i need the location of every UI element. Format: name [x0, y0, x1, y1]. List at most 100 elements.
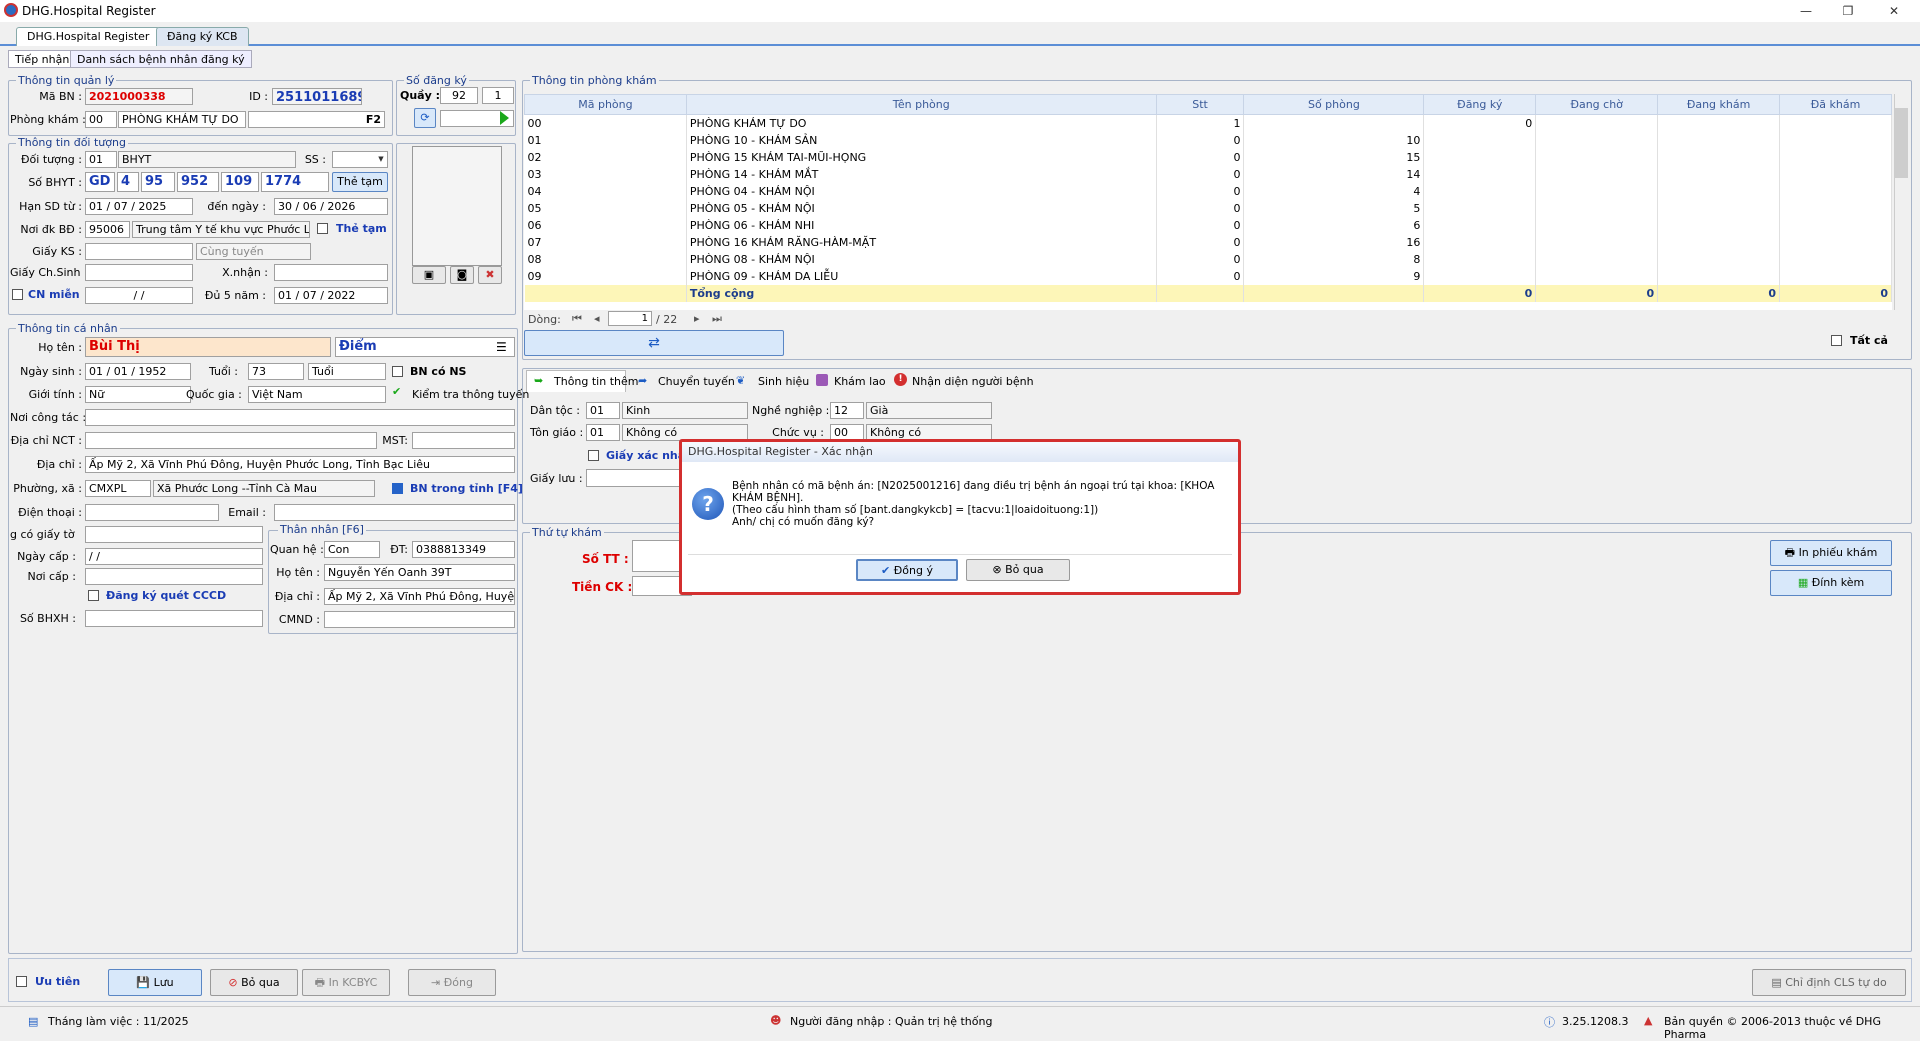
quoc-gia-select[interactable]: Việt Nam	[248, 386, 386, 403]
pk-code-field[interactable]: 00	[85, 111, 117, 128]
du5-field[interactable]: 01 / 07 / 2022	[274, 287, 388, 304]
delete-photo-icon[interactable]: ✖	[478, 266, 502, 284]
tuoi-unit-select[interactable]: Tuổi	[308, 363, 386, 380]
prev-page-icon[interactable]: ◂	[594, 312, 600, 325]
tab-dang-ky-kcb[interactable]: Đăng ký KCB	[156, 27, 249, 46]
minimize-button[interactable]: —	[1786, 2, 1826, 20]
dia-chi-field[interactable]: Ấp Mỹ 2, Xã Vĩnh Phú Đông, Huyện Phước L…	[85, 456, 515, 473]
list-icon[interactable]: ☰	[496, 340, 507, 354]
dong-button[interactable]: ⇥ Đóng	[408, 969, 496, 996]
col-dang-ky[interactable]: Đăng ký	[1423, 94, 1537, 115]
tuoi-field[interactable]: 73	[248, 363, 304, 380]
dong-y-button[interactable]: ✔ Đồng ý	[856, 559, 958, 581]
bn-trong-tinh-checkbox[interactable]	[392, 483, 403, 494]
giay-luu-field[interactable]	[586, 469, 686, 487]
in-phieu-kham-button[interactable]: 🖶 In phiếu khám	[1770, 540, 1892, 566]
bhyt-part-2[interactable]: 4	[117, 172, 139, 192]
page-field[interactable]: 1	[608, 311, 652, 326]
col-da-kham[interactable]: Đã khám	[1779, 94, 1892, 115]
giay-ks-field[interactable]	[85, 243, 193, 260]
table-row[interactable]: 08 PHÒNG 08 - KHÁM NỘI 0 8	[524, 250, 1892, 268]
camera-icon[interactable]: ▣	[412, 266, 446, 284]
ngay-sinh-field[interactable]: 01 / 01 / 1952	[85, 363, 191, 380]
next-page-icon[interactable]: ▸	[694, 312, 700, 325]
tuyen-select[interactable]: Cùng tuyến	[196, 243, 311, 260]
dan-toc-name[interactable]: Kinh	[622, 402, 748, 419]
table-row[interactable]: 04 PHÒNG 04 - KHÁM NỘI 0 4	[524, 182, 1892, 200]
table-row[interactable]: 00 PHÒNG KHÁM TỰ DO 1 0	[524, 114, 1892, 132]
reload-icon[interactable]: ⇄	[524, 330, 784, 356]
xnhan-field[interactable]	[274, 264, 388, 281]
den-ngay-field[interactable]: 30 / 06 / 2026	[274, 198, 388, 215]
tab-hospital-register[interactable]: DHG.Hospital Register	[16, 27, 161, 46]
email-field[interactable]	[274, 504, 515, 521]
dialog-bo-qua-button[interactable]: ⊗ Bỏ qua	[966, 559, 1070, 581]
maximize-button[interactable]: ❐	[1828, 2, 1868, 20]
cmnd-field[interactable]	[324, 611, 515, 628]
subtab-tiep-nhan[interactable]: Tiếp nhận	[8, 50, 77, 68]
bhyt-part-4[interactable]: 952	[177, 172, 219, 192]
ss-select[interactable]: ▼	[332, 151, 388, 168]
luu-button[interactable]: 💾 Lưu	[108, 969, 202, 996]
pk-search-field[interactable]: F2	[248, 111, 385, 128]
play-icon[interactable]	[500, 111, 509, 125]
cn-mien-checkbox[interactable]	[12, 289, 23, 300]
grid-scrollbar[interactable]	[1894, 94, 1908, 310]
pk-name-field[interactable]: PHÒNG KHÁM TỰ DO	[118, 111, 246, 128]
tab2-chuyen-tuyen[interactable]: Chuyển tuyến	[658, 375, 735, 388]
dt-name-field[interactable]: BHYT	[118, 151, 296, 168]
col-stt[interactable]: Stt	[1155, 94, 1245, 115]
noi-dk-code-field[interactable]: 95006	[85, 221, 130, 238]
the-tam-button[interactable]: Thẻ tạm	[332, 172, 388, 192]
phuong-code-field[interactable]: CMXPL	[85, 480, 151, 497]
than-nhan-dt-field[interactable]: 0388813349	[412, 541, 515, 558]
bhyt-part-5[interactable]: 109	[221, 172, 259, 192]
table-row[interactable]: 09 PHÒNG 09 - KHÁM DA LIỄU 0 9	[524, 267, 1892, 285]
col-dang-cho[interactable]: Đang chờ	[1535, 94, 1659, 115]
id-field[interactable]: 2511011689	[272, 88, 362, 105]
dk-cccd-checkbox[interactable]	[88, 590, 99, 601]
tab2-nhan-dien[interactable]: Nhận diện người bệnh	[912, 375, 1034, 388]
tab2-thong-tin-them[interactable]: Thông tin thêm	[554, 375, 638, 388]
ton-giao-code[interactable]: 01	[586, 424, 620, 441]
close-button[interactable]: ✕	[1874, 2, 1914, 20]
table-row[interactable]: 05 PHÒNG 05 - KHÁM NỘI 0 5	[524, 199, 1892, 217]
noi-cong-tac-field[interactable]	[85, 409, 515, 426]
phuong-name-field[interactable]: Xã Phước Long --Tỉnh Cà Mau	[153, 480, 375, 497]
so-bhxh-field[interactable]	[85, 610, 263, 627]
user-photo-icon[interactable]: ◙	[450, 266, 474, 284]
dien-thoai-field[interactable]	[85, 504, 219, 521]
giay-xac-nhan-checkbox[interactable]	[588, 450, 599, 461]
chi-dinh-cls-button[interactable]: ▤ Chỉ định CLS tự do	[1752, 969, 1906, 996]
uu-tien-checkbox[interactable]	[16, 976, 27, 987]
col-ten-phong[interactable]: Tên phòng	[685, 94, 1157, 115]
nghe-code[interactable]: 12	[830, 402, 864, 419]
bo-qua-button[interactable]: ⊘ Bỏ qua	[210, 969, 298, 996]
noi-cap-field[interactable]	[85, 568, 263, 585]
quan-he-field[interactable]: Con	[324, 541, 380, 558]
the-tam-checkbox[interactable]	[317, 223, 328, 234]
bhyt-part-3[interactable]: 95	[141, 172, 175, 192]
mst-field[interactable]	[412, 432, 515, 449]
giay-to-select[interactable]: g có giấy tờ	[10, 528, 75, 541]
quay-spinner[interactable]: 92	[440, 87, 478, 104]
in-kcbyc-button[interactable]: 🖶 In KCBYC	[302, 969, 390, 996]
kiem-tra-thong-tuyen[interactable]: Kiểm tra thông tuyến	[412, 388, 529, 401]
col-so-phong[interactable]: Số phòng	[1243, 94, 1425, 115]
ma-bn-field[interactable]: 2021000338	[85, 88, 193, 105]
tab2-kham-lao[interactable]: Khám lao	[834, 375, 886, 388]
table-row[interactable]: 07 PHÒNG 16 KHÁM RĂNG-HÀM-MẶT 0 16	[524, 233, 1892, 251]
tat-ca-checkbox[interactable]	[1831, 335, 1842, 346]
han-tu-field[interactable]: 01 / 07 / 2025	[85, 198, 193, 215]
cn-mien-date[interactable]: / /	[85, 287, 193, 304]
refresh-icon[interactable]: ⟳	[414, 108, 436, 128]
first-page-icon[interactable]: ⏮	[572, 312, 582, 326]
gioi-tinh-select[interactable]: Nữ	[85, 386, 191, 403]
ho-field[interactable]: Bùi Thị	[85, 337, 331, 357]
dinh-kem-button[interactable]: ▦ Đính kèm	[1770, 570, 1892, 596]
bhyt-part-1[interactable]: GD	[85, 172, 115, 192]
table-row[interactable]: 06 PHÒNG 06 - KHÁM NHI 0 6	[524, 216, 1892, 234]
table-row[interactable]: 03 PHÒNG 14 - KHÁM MẮT 0 14	[524, 165, 1892, 183]
nghe-name[interactable]: Già	[866, 402, 992, 419]
sdk-number-spinner[interactable]: 1	[482, 87, 514, 104]
